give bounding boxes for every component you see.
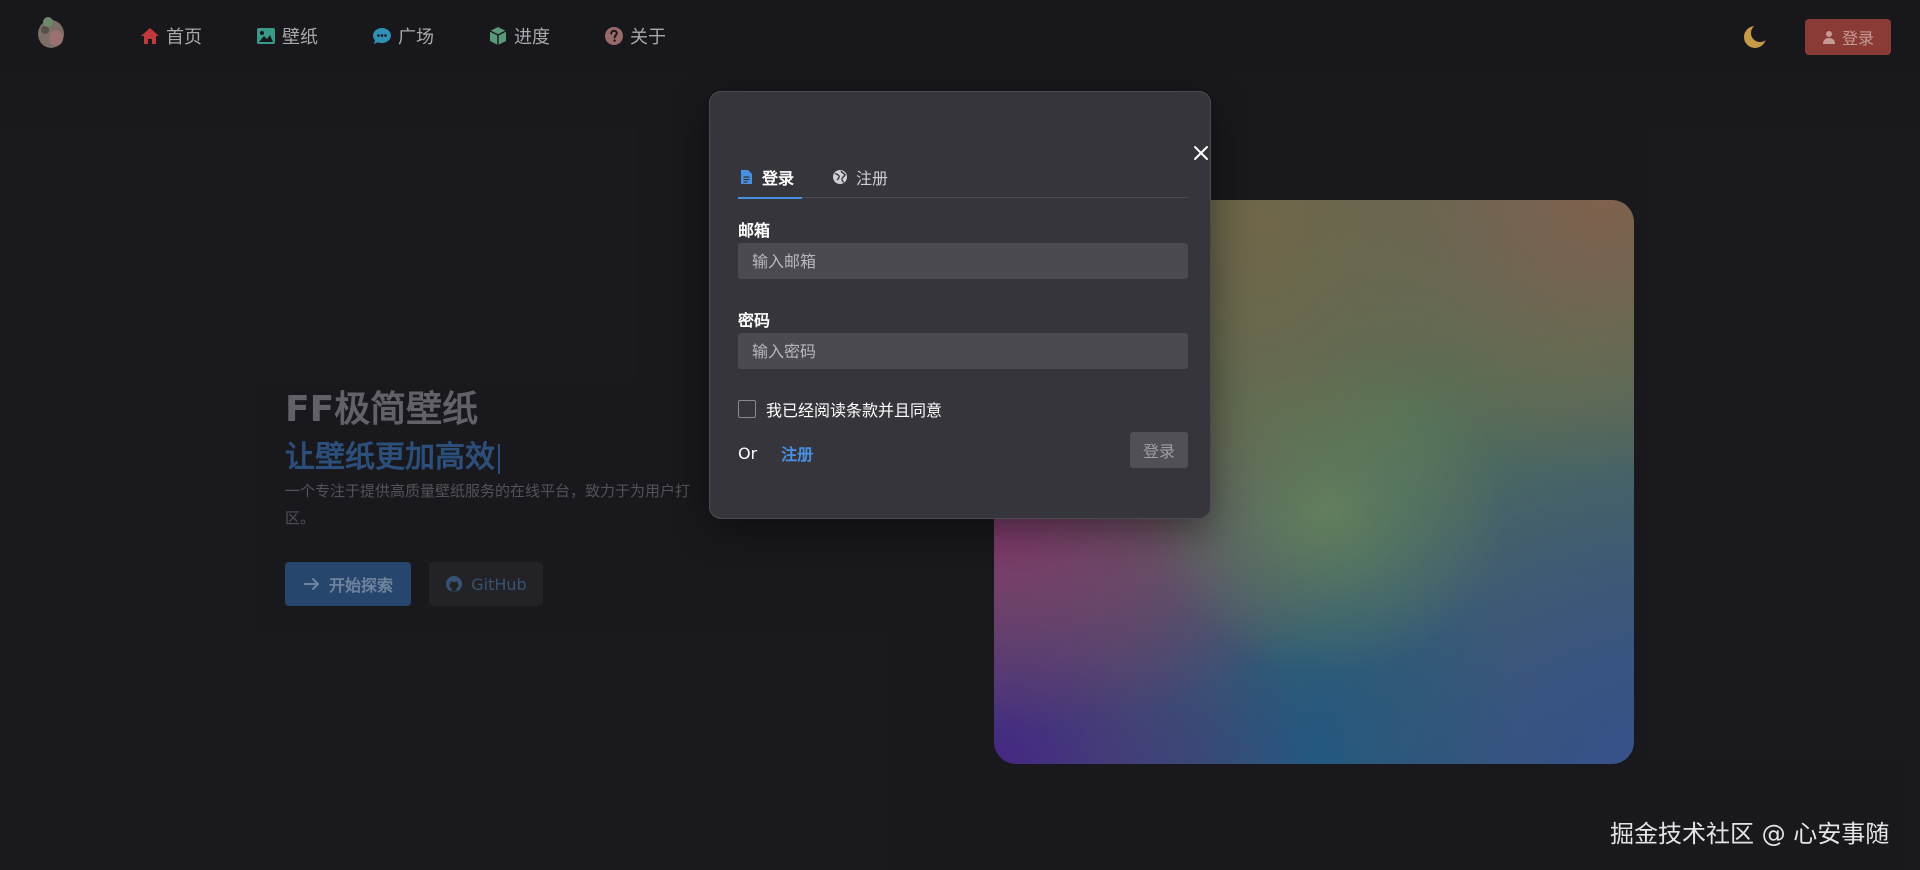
header-login-label: 登录	[1841, 29, 1874, 48]
email-input[interactable]	[738, 243, 1188, 279]
nav-item-home[interactable]: 首页	[140, 23, 202, 49]
watermark: 掘金技术社区 @ 心安事随	[1610, 820, 1890, 848]
home-icon	[141, 28, 159, 44]
nav-item-wallpaper[interactable]: 壁纸	[256, 23, 318, 49]
nav-item-square[interactable]: 广场	[372, 23, 434, 49]
active-tab-indicator	[738, 197, 802, 199]
nav-item-label: 进度	[514, 27, 550, 48]
or-register-row: Or 注册	[738, 441, 813, 465]
image-icon	[257, 28, 275, 44]
password-input[interactable]	[738, 333, 1188, 369]
chat-icon	[373, 28, 391, 44]
close-icon	[1194, 146, 1208, 160]
logo[interactable]	[34, 14, 68, 50]
nav-item-label: 首页	[166, 27, 202, 48]
theme-toggle[interactable]	[1742, 24, 1769, 50]
terms-agree-label: 我已经阅读条款并且同意	[766, 401, 943, 420]
tab-login-label: 登录	[762, 169, 795, 188]
moon-icon	[1744, 24, 1769, 48]
globe-icon	[833, 170, 847, 184]
tab-register-label: 注册	[856, 169, 889, 188]
nav-item-label: 广场	[398, 27, 434, 48]
login-submit-button[interactable]: 登录	[1130, 432, 1188, 468]
nav-item-about[interactable]: 关于	[604, 23, 666, 49]
question-icon	[605, 27, 623, 45]
tab-login[interactable]: 登录	[738, 156, 802, 199]
user-icon	[1822, 31, 1835, 44]
header-login-button[interactable]: 登录	[1805, 19, 1891, 55]
login-modal: 登录 注册 邮箱 密码 我已经阅读条款并且同意 Or 注册 登录	[709, 91, 1211, 519]
terms-agree-row: 我已经阅读条款并且同意	[738, 397, 942, 421]
nav-item-label: 壁纸	[282, 27, 318, 48]
main-nav: 首页 壁纸 广场 进度 关于	[140, 0, 720, 72]
tab-register[interactable]: 注册	[832, 156, 888, 198]
or-label: Or	[738, 443, 758, 463]
document-icon	[741, 170, 752, 184]
register-link[interactable]: 注册	[781, 441, 813, 465]
top-navbar: 首页 壁纸 广场 进度 关于 登录	[0, 0, 1920, 72]
email-label: 邮箱	[738, 221, 771, 240]
auth-tabs: 登录 注册	[738, 156, 1188, 199]
cube-icon	[489, 27, 507, 45]
password-label: 密码	[738, 311, 771, 330]
terms-checkbox[interactable]	[738, 400, 756, 418]
nav-item-progress[interactable]: 进度	[488, 23, 550, 49]
login-submit-label: 登录	[1142, 442, 1175, 461]
nav-item-label: 关于	[630, 27, 666, 48]
modal-close-button[interactable]	[1190, 142, 1212, 164]
